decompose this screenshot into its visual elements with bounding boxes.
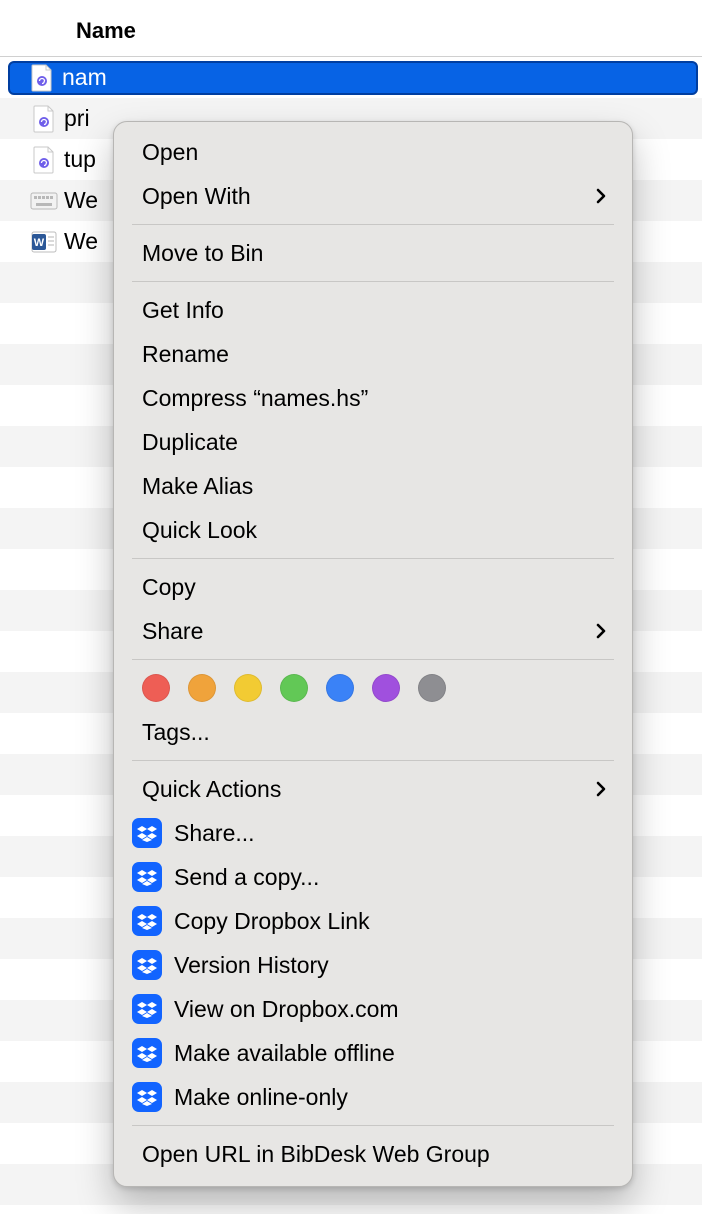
menu-tags-label: Tags... [142,719,608,746]
menu-copy-label: Copy [142,574,608,601]
word-file-icon: W [30,229,58,255]
menu-share-label: Share [142,618,588,645]
tag-purple[interactable] [372,674,400,702]
menu-quick-actions[interactable]: Quick Actions [114,767,632,811]
menu-dropbox-offline[interactable]: Make available offline [114,1031,632,1075]
menu-dropbox-view[interactable]: View on Dropbox.com [114,987,632,1031]
chevron-right-icon [588,780,608,798]
menu-make-alias-label: Make Alias [142,473,608,500]
menu-move-to-bin[interactable]: Move to Bin [114,231,632,275]
menu-duplicate-label: Duplicate [142,429,608,456]
menu-dropbox-send-copy-label: Send a copy... [174,864,608,891]
menu-quick-look-label: Quick Look [142,517,608,544]
tag-orange[interactable] [188,674,216,702]
file-list: nam pri tup [0,57,702,1205]
tag-yellow[interactable] [234,674,262,702]
file-name-label: We [64,187,98,214]
context-menu: Open Open With Move to Bin Get Info Rena… [113,121,633,1187]
haskell-file-icon [30,146,58,174]
chevron-right-icon [588,187,608,205]
menu-dropbox-view-label: View on Dropbox.com [174,996,608,1023]
menu-separator [132,659,614,660]
dropbox-icon [132,862,162,892]
column-header-name-label: Name [76,18,136,43]
menu-tag-colors-row [114,666,632,710]
menu-dropbox-send-copy[interactable]: Send a copy... [114,855,632,899]
menu-open[interactable]: Open [114,130,632,174]
menu-dropbox-share[interactable]: Share... [114,811,632,855]
menu-dropbox-version-history[interactable]: Version History [114,943,632,987]
menu-dropbox-online-only-label: Make online-only [174,1084,608,1111]
tag-green[interactable] [280,674,308,702]
menu-open-with-label: Open With [142,183,588,210]
menu-rename-label: Rename [142,341,608,368]
dropbox-icon [132,818,162,848]
file-name-label: We [64,228,98,255]
dropbox-icon [132,1082,162,1112]
file-name-label: nam [62,64,107,91]
svg-text:W: W [34,237,45,249]
file-name-label: pri [64,105,90,132]
file-name-label: tup [64,146,96,173]
menu-dropbox-version-history-label: Version History [174,952,608,979]
menu-dropbox-share-label: Share... [174,820,608,847]
menu-get-info-label: Get Info [142,297,608,324]
file-row[interactable]: nam [0,57,702,98]
menu-move-to-bin-label: Move to Bin [142,240,608,267]
dropbox-icon [132,906,162,936]
menu-dropbox-copy-link-label: Copy Dropbox Link [174,908,608,935]
menu-copy[interactable]: Copy [114,565,632,609]
tag-blue[interactable] [326,674,354,702]
menu-separator [132,760,614,761]
keyboard-file-icon [30,191,58,211]
menu-duplicate[interactable]: Duplicate [114,420,632,464]
menu-dropbox-online-only[interactable]: Make online-only [114,1075,632,1119]
menu-open-with[interactable]: Open With [114,174,632,218]
haskell-file-icon [28,64,56,92]
haskell-file-icon [30,105,58,133]
tag-red[interactable] [142,674,170,702]
menu-share[interactable]: Share [114,609,632,653]
menu-make-alias[interactable]: Make Alias [114,464,632,508]
menu-dropbox-offline-label: Make available offline [174,1040,608,1067]
menu-compress[interactable]: Compress “names.hs” [114,376,632,420]
menu-tags[interactable]: Tags... [114,710,632,754]
dropbox-icon [132,950,162,980]
dropbox-icon [132,994,162,1024]
menu-open-url-bibdesk-label: Open URL in BibDesk Web Group [142,1141,608,1168]
menu-rename[interactable]: Rename [114,332,632,376]
menu-open-label: Open [142,139,608,166]
column-header-name[interactable]: Name [0,0,702,57]
menu-compress-label: Compress “names.hs” [142,385,608,412]
chevron-right-icon [588,622,608,640]
dropbox-icon [132,1038,162,1068]
menu-dropbox-copy-link[interactable]: Copy Dropbox Link [114,899,632,943]
menu-open-url-bibdesk[interactable]: Open URL in BibDesk Web Group [114,1132,632,1176]
menu-get-info[interactable]: Get Info [114,288,632,332]
menu-separator [132,1125,614,1126]
menu-separator [132,558,614,559]
menu-quick-look[interactable]: Quick Look [114,508,632,552]
menu-quick-actions-label: Quick Actions [142,776,588,803]
menu-separator [132,224,614,225]
menu-separator [132,281,614,282]
tag-gray[interactable] [418,674,446,702]
